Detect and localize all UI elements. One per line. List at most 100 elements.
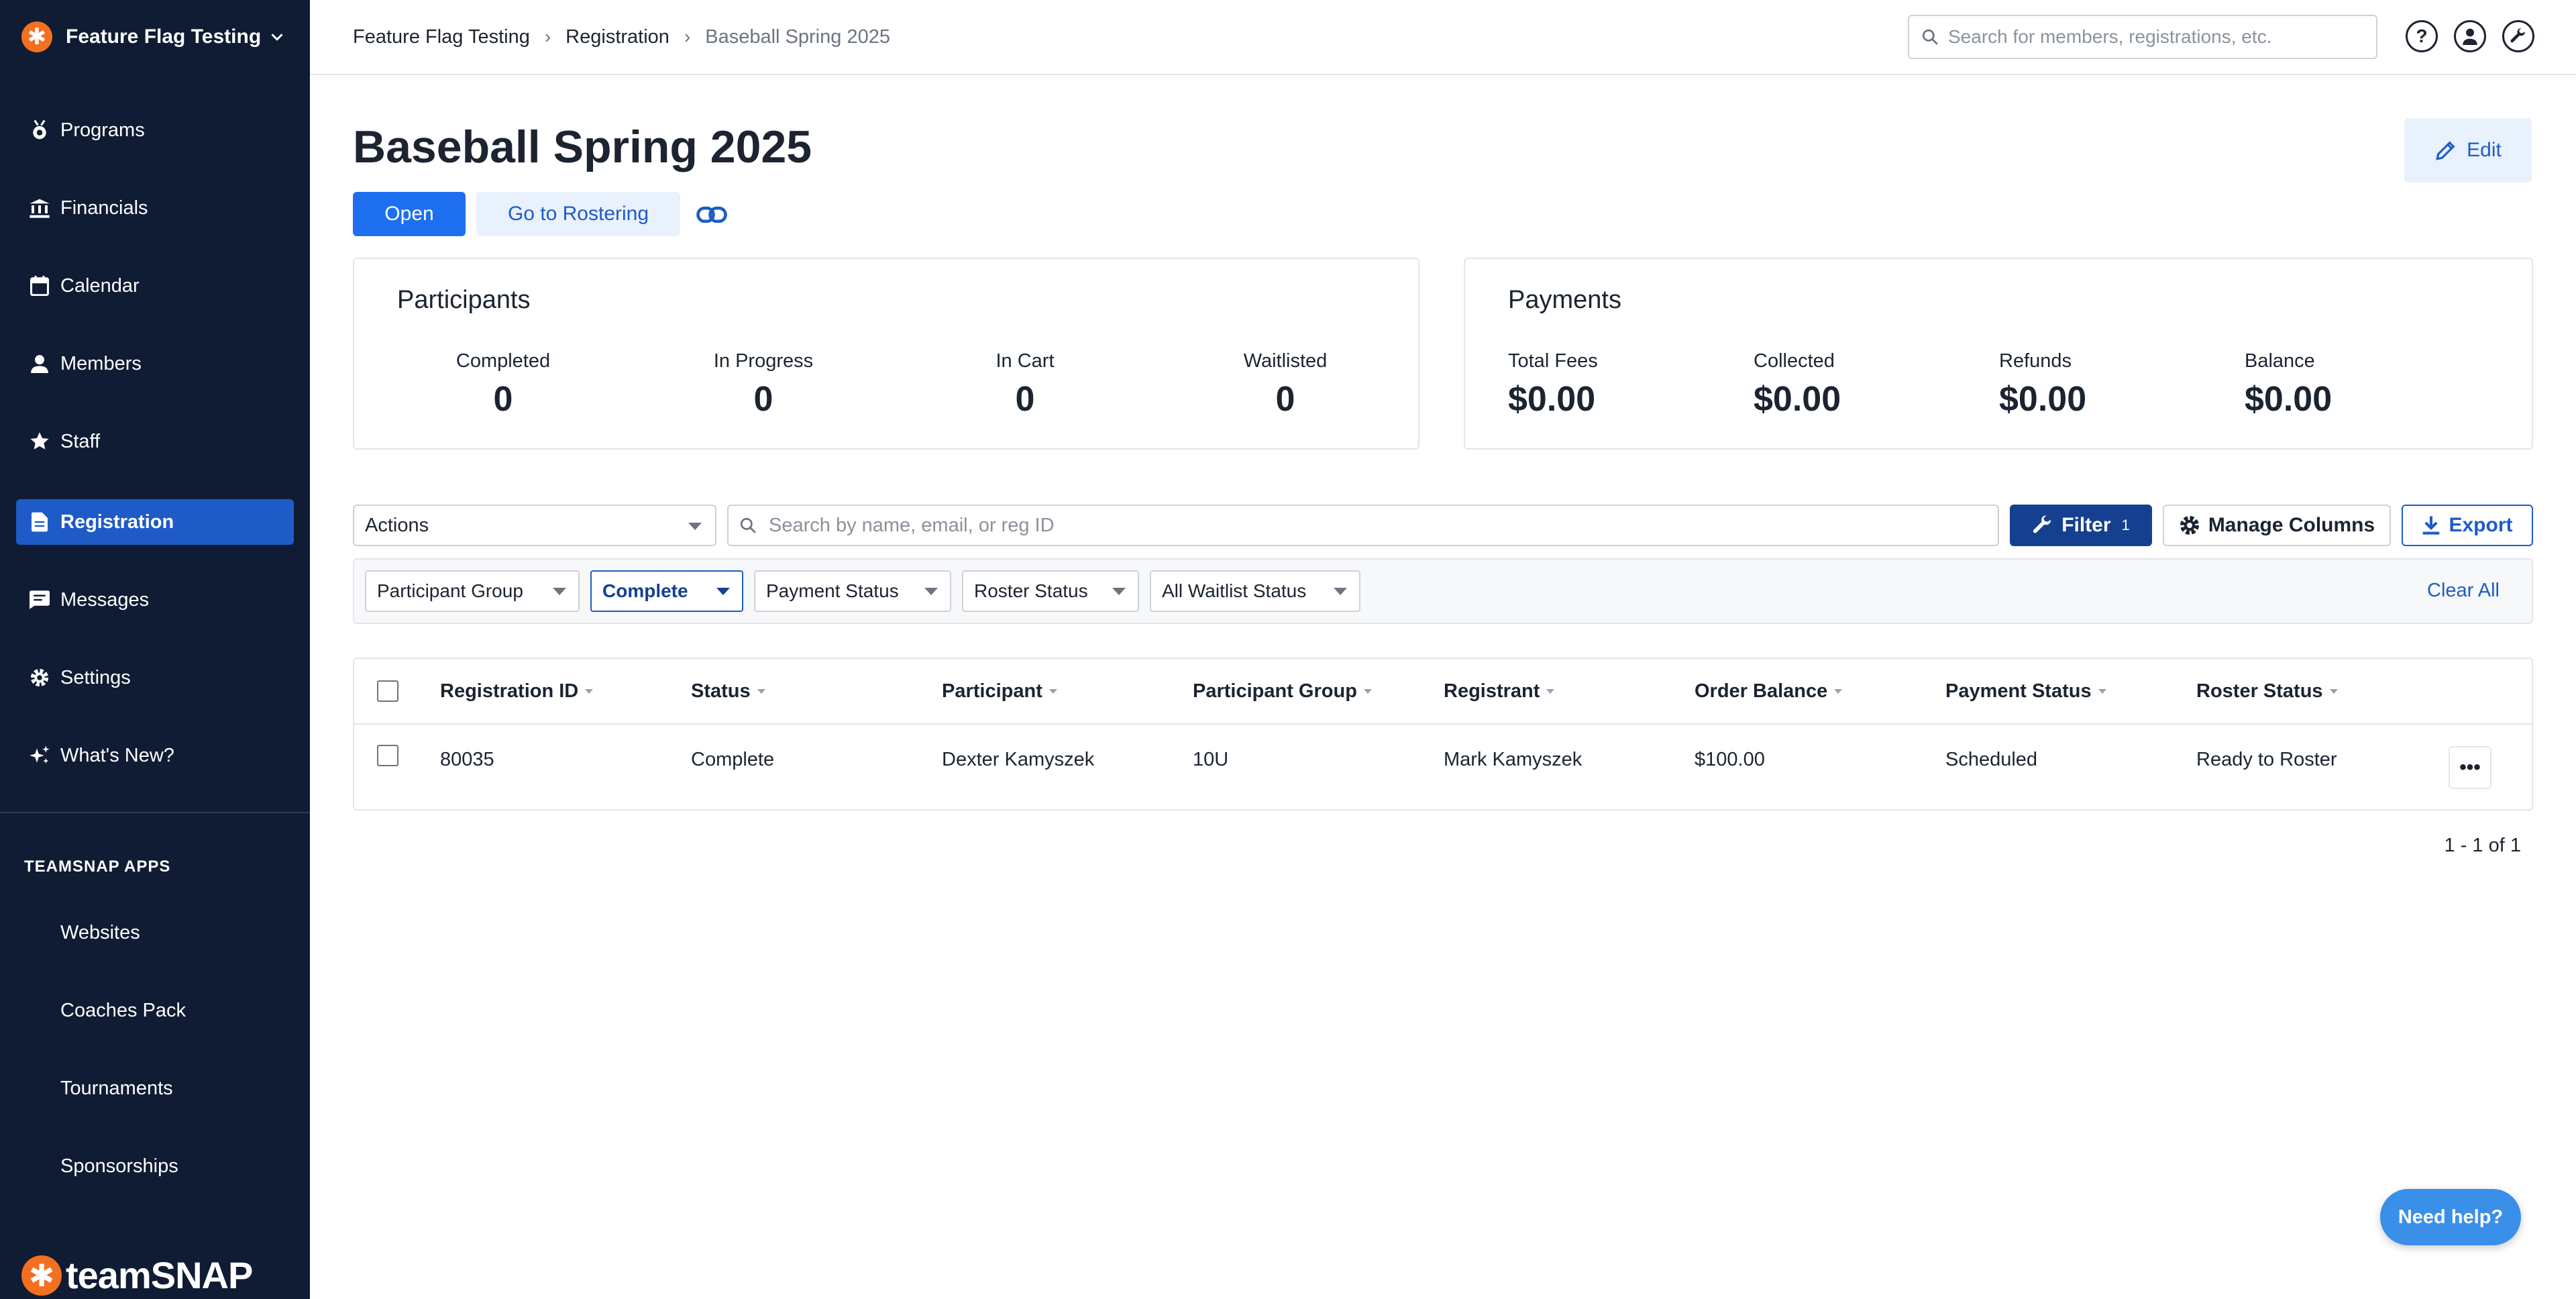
- edit-label: Edit: [2467, 139, 2502, 161]
- stat-value: 0: [1015, 380, 1035, 419]
- column-header[interactable]: Roster Status: [2196, 680, 2338, 703]
- column-header[interactable]: Participant: [942, 680, 1057, 703]
- filter-button[interactable]: Filter 1: [2010, 505, 2152, 546]
- stat-in-progress: In Progress 0: [669, 350, 857, 419]
- breadcrumb-item-org[interactable]: Feature Flag Testing: [353, 26, 530, 48]
- table-header: Registration ID Status Participant Parti…: [354, 659, 2532, 725]
- message-icon: [28, 588, 51, 611]
- export-button[interactable]: Export: [2402, 505, 2533, 546]
- bank-icon: [28, 197, 51, 219]
- actions-dropdown[interactable]: Actions: [353, 505, 716, 546]
- caret-down-icon: [688, 523, 702, 530]
- sidebar-item-programs[interactable]: Programs: [16, 107, 294, 153]
- search-icon: [1922, 29, 1938, 45]
- edit-button[interactable]: Edit: [2404, 118, 2532, 183]
- chip-label: Roster Status: [974, 580, 1088, 601]
- caret-down-icon: [1112, 588, 1126, 595]
- payments-title: Payments: [1508, 286, 1621, 314]
- cell-participant: Dexter Kamyszek: [942, 749, 1095, 770]
- top-bar: Feature Flag Testing › Registration › Ba…: [310, 0, 2576, 75]
- sidebar-item-registration[interactable]: Registration: [16, 499, 294, 545]
- link-icon[interactable]: [696, 201, 727, 228]
- wrench-icon: [2033, 515, 2051, 533]
- breadcrumb-item-registration[interactable]: Registration: [566, 26, 669, 48]
- stat-total-fees: Total Fees $0.00: [1508, 350, 1696, 419]
- sidebar-item-messages[interactable]: Messages: [16, 577, 294, 623]
- org-switcher[interactable]: ✱ Feature Flag Testing: [0, 0, 310, 74]
- cell-registration-id[interactable]: 80035: [440, 749, 494, 771]
- calendar-icon: [28, 274, 51, 297]
- brand-logo-icon: ✱: [21, 1255, 62, 1296]
- filter-count: 1: [2121, 517, 2130, 533]
- pagination-summary: 1 - 1 of 1: [2444, 835, 2521, 856]
- stat-label: Refunds: [1999, 350, 2072, 372]
- app-item-sponsorships[interactable]: Sponsorships: [60, 1155, 178, 1178]
- global-search[interactable]: [1908, 15, 2377, 59]
- breadcrumb: Feature Flag Testing › Registration › Ba…: [353, 0, 890, 74]
- column-header[interactable]: Registrant: [1444, 680, 1555, 703]
- need-help-button[interactable]: Need help?: [2380, 1189, 2521, 1245]
- table-search-input[interactable]: [769, 514, 1963, 537]
- wrench-icon[interactable]: [2502, 20, 2534, 52]
- stat-value: $0.00: [1754, 380, 1841, 419]
- table-search[interactable]: [727, 505, 1999, 546]
- filter-bar: Participant Group Complete Payment Statu…: [353, 558, 2533, 624]
- sidebar-item-staff[interactable]: Staff: [16, 419, 294, 464]
- stat-label: Waitlisted: [1243, 350, 1328, 372]
- gear-icon: [28, 666, 51, 689]
- filter-payment-status[interactable]: Payment Status: [754, 570, 951, 612]
- app-item-tournaments[interactable]: Tournaments: [60, 1078, 173, 1100]
- filter-waitlist-status[interactable]: All Waitlist Status: [1150, 570, 1360, 612]
- app-item-websites[interactable]: Websites: [60, 922, 140, 944]
- open-status-button[interactable]: Open: [353, 192, 466, 236]
- cell-order-balance: $100.00: [1695, 749, 1765, 770]
- sidebar-item-label: Messages: [60, 588, 150, 611]
- sidebar-item-members[interactable]: Members: [16, 341, 294, 386]
- brand-logo: ✱ teamSNAP: [21, 1253, 253, 1297]
- stat-value: $0.00: [1508, 380, 1596, 419]
- select-all-checkbox[interactable]: [377, 680, 398, 702]
- sort-icon: [2329, 689, 2338, 694]
- stat-refunds: Refunds $0.00: [1999, 350, 2187, 419]
- manage-columns-button[interactable]: Manage Columns: [2163, 505, 2391, 546]
- sidebar-divider: [0, 812, 310, 813]
- clear-all-link[interactable]: Clear All: [2427, 580, 2500, 602]
- go-to-rostering-button[interactable]: Go to Rostering: [476, 192, 680, 236]
- filter-roster-status[interactable]: Roster Status: [962, 570, 1139, 612]
- stat-label: Total Fees: [1508, 350, 1598, 372]
- app-item-coaches-pack[interactable]: Coaches Pack: [60, 1000, 186, 1022]
- global-search-input[interactable]: [1948, 26, 2351, 48]
- account-icon[interactable]: [2454, 20, 2486, 52]
- chevron-down-icon: [271, 34, 283, 41]
- stat-value: $0.00: [1999, 380, 2087, 419]
- gear-icon: [2180, 516, 2199, 535]
- sidebar-item-label: Programs: [60, 119, 145, 141]
- breadcrumb-separator: ›: [684, 26, 691, 47]
- cell-roster-status: Ready to Roster: [2196, 749, 2337, 770]
- sidebar-item-financials[interactable]: Financials: [16, 185, 294, 231]
- filter-participant-group[interactable]: Participant Group: [365, 570, 580, 612]
- sort-icon: [2098, 689, 2106, 694]
- help-icon[interactable]: ?: [2406, 20, 2438, 52]
- stat-balance: Balance $0.00: [2245, 350, 2432, 419]
- chip-label: All Waitlist Status: [1162, 580, 1307, 601]
- caret-down-icon: [924, 588, 938, 595]
- sidebar-item-calendar[interactable]: Calendar: [16, 263, 294, 309]
- breadcrumb-item-current: Baseball Spring 2025: [705, 25, 890, 48]
- participants-title: Participants: [397, 286, 531, 314]
- stat-waitlisted: Waitlisted 0: [1191, 350, 1379, 419]
- column-header[interactable]: Order Balance: [1695, 680, 1843, 703]
- sort-icon: [1049, 689, 1057, 694]
- sidebar-item-settings[interactable]: Settings: [16, 655, 294, 700]
- registrations-table: Registration ID Status Participant Parti…: [353, 658, 2533, 811]
- row-more-button[interactable]: •••: [2449, 746, 2491, 789]
- stat-value: 0: [753, 380, 773, 419]
- filter-status-complete[interactable]: Complete: [590, 570, 743, 612]
- sidebar-item-whats-new[interactable]: What's New?: [16, 733, 294, 778]
- column-header[interactable]: Registration ID: [440, 680, 594, 703]
- row-checkbox[interactable]: [377, 745, 398, 766]
- column-header[interactable]: Payment Status: [1945, 680, 2106, 703]
- column-header[interactable]: Participant Group: [1193, 680, 1372, 703]
- column-header[interactable]: Status: [691, 680, 765, 703]
- manage-columns-label: Manage Columns: [2208, 514, 2375, 536]
